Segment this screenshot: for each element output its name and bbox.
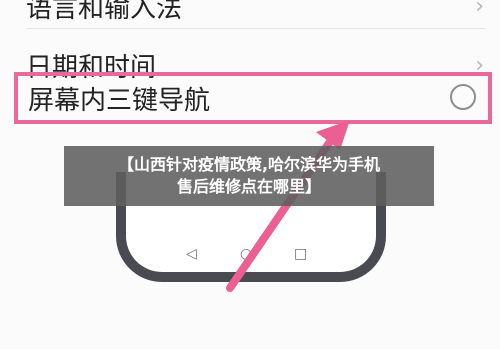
banner-line-1: 【山西针对疫情政策,哈尔滨华为手机 xyxy=(117,155,381,174)
article-title-banner: 【山西针对疫情政策,哈尔滨华为手机 售后维修点在哪里】 xyxy=(64,146,434,206)
banner-line-2: 售后维修点在哪里】 xyxy=(176,177,321,196)
